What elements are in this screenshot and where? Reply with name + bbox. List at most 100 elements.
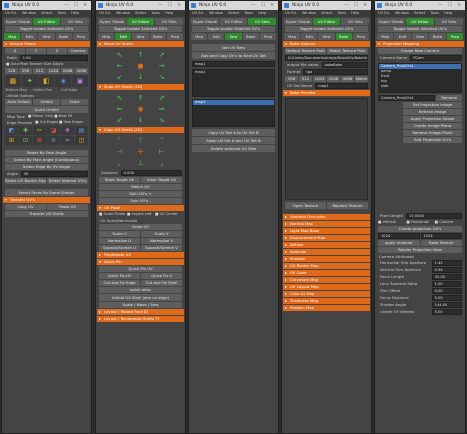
squash-v-button[interactable]: Squash/Stretch V [141, 245, 182, 251]
spin-uvs-minus-button[interactable]: Spin UV's - [99, 198, 182, 204]
section-uv-layout[interactable]: UV Layout Map [283, 284, 370, 290]
menu-tools[interactable]: Tools [337, 11, 346, 15]
bake-size-4096[interactable]: 4096 [341, 76, 354, 82]
menu-window[interactable]: Window [116, 11, 130, 15]
menu-help[interactable]: Help [444, 11, 452, 15]
menu-tools[interactable]: Tools [430, 11, 439, 15]
camera-attr-field[interactable]: 1.00 [431, 281, 462, 287]
camera-attr-field[interactable]: 144.00 [431, 302, 462, 308]
tab-uv-sets[interactable]: UV Sets [248, 18, 277, 25]
tab-bake[interactable]: Bake [335, 33, 352, 40]
camera-attr-field[interactable]: 0.94 [431, 267, 462, 273]
camera-list[interactable]: Camera_ProjeCts1 persp front top side [378, 63, 462, 93]
menu-window[interactable]: Window [395, 11, 409, 15]
automap-tool-icon[interactable]: ❖ [61, 126, 74, 135]
toggle-isolate-button[interactable]: Toggle Isolate Selected UV's [192, 26, 275, 32]
window-controls[interactable]: — ☐ ✕ [64, 1, 89, 10]
tab-sew[interactable]: Sew [225, 33, 242, 40]
match-texture-path-button[interactable]: Match Texture Path [327, 48, 368, 54]
tab-sew[interactable]: Sew [411, 33, 429, 40]
camera-rename-field[interactable]: Camera_ProjeCts1 [378, 95, 436, 101]
select-by-face-angle-button[interactable]: Select By Face Angle [5, 150, 88, 156]
menu-tools[interactable]: Tools [57, 11, 66, 15]
copy-uv-set-button[interactable]: Copy UV Set A to UV Set B [192, 129, 275, 136]
uv-set-name-field[interactable]: map1 [315, 83, 368, 89]
tab-uv-editor[interactable]: UV Editor [406, 18, 434, 25]
store-target-uv-button[interactable]: Store Target UV [99, 177, 140, 183]
bake-size-1024[interactable]: 1024 [313, 76, 326, 82]
resolution-width-field[interactable]: 1024 [378, 233, 420, 239]
align-top-left-icon[interactable]: ⌜ [110, 136, 129, 145]
menu-window[interactable]: Window [302, 11, 316, 15]
tab-uv-sets[interactable]: UV Sets [341, 18, 370, 25]
section-curvature[interactable]: Curvature Map [283, 277, 370, 283]
arrow-up-left-icon[interactable]: ↖ [110, 50, 129, 59]
tab-uv-editor[interactable]: UV Editor [219, 18, 248, 25]
sewing-tool-icon[interactable]: ⊞ [5, 136, 18, 145]
tab-sew[interactable]: Sew [318, 33, 335, 40]
arrow-down-icon[interactable]: ↓ [131, 72, 150, 81]
scale-v-button[interactable]: Scale V [141, 231, 182, 237]
tab-edit[interactable]: Edit [115, 33, 132, 40]
tab-bake[interactable]: Bake [149, 33, 166, 40]
uvmap-tool-icon[interactable]: ◪ [47, 126, 60, 135]
menu-uv-editor[interactable]: UV Ed. [192, 11, 204, 15]
texmap-tool-icon[interactable]: ◩ [5, 126, 18, 135]
uv-map-icon[interactable]: ◈ [55, 75, 72, 87]
texture-path-field[interactable]: D:/Users/Documents/maya/NinjaUVs/BakeIma… [285, 55, 368, 61]
menu-uv-editor[interactable]: UV Ed. [5, 11, 17, 15]
section-bake-options[interactable]: Bake Options [283, 41, 370, 47]
normalize-v-button[interactable]: Normalize V [141, 238, 182, 244]
uv-set-list-a[interactable]: map1 [192, 69, 275, 97]
copy-uv-button[interactable]: Copy UV [5, 204, 46, 210]
section-flip-rotate[interactable]: Flip/Rotate UV [97, 252, 184, 258]
section-quick-pin[interactable]: Quick Pin [97, 259, 184, 265]
tab-prep[interactable]: Prep [352, 33, 370, 40]
scale-pivots-radio[interactable]: Scale Pivots [99, 212, 126, 217]
snap-center-icon[interactable]: ◉ [131, 104, 150, 113]
section-layout-randomize[interactable]: Layout / Randomize Shells ?? [97, 316, 184, 322]
quick-fix-uv-button[interactable]: Quick Fix UV [99, 273, 140, 279]
camera-attr-field[interactable]: 35.00 [431, 274, 462, 280]
delete-uv-sets-button[interactable]: Delete selected UV Sets [192, 145, 275, 152]
tab-bake[interactable]: Bake [242, 33, 259, 40]
create-image-plane-button[interactable]: Create Image Plane [403, 123, 462, 129]
bake-size-256[interactable]: 256 [285, 76, 298, 82]
planar-x-button[interactable]: X [5, 48, 25, 54]
section-color-id[interactable]: Color ID Map [283, 291, 370, 297]
select-by-face-angle-contig-button[interactable]: Select By Face Angle (Contiguous) [5, 157, 88, 163]
tab-edit[interactable]: Edit [208, 33, 225, 40]
spin-uvs-plus-button[interactable]: Spin UV's + [99, 191, 182, 197]
unfold-button[interactable]: Unfold [33, 99, 60, 105]
snap-down-right-icon[interactable]: ⇘ [152, 115, 171, 124]
menu-help[interactable]: Help [71, 11, 79, 15]
vertical-radio[interactable]: Vertical [378, 220, 405, 225]
tab-hyper-shade[interactable]: Hyper Shade [377, 18, 405, 25]
menu-help[interactable]: Help [165, 11, 173, 15]
auto-map-icon[interactable]: ▣ [72, 75, 88, 87]
window-controls[interactable]: — ☐ ✕ [438, 1, 463, 10]
rename-camera-button[interactable]: Rename [436, 95, 462, 101]
quick-fix-ii-button[interactable]: Quick Fix II [141, 273, 182, 279]
toggle-isolate-button[interactable]: Toggle Isolate Selected UV's [285, 26, 368, 32]
section-uv-color[interactable]: UV Color [283, 270, 370, 276]
tab-sew[interactable]: Sew [38, 33, 55, 40]
section-specular[interactable]: Specular [283, 249, 370, 255]
quick-unfold-button[interactable]: Quick Unfold [5, 106, 88, 113]
menu-help[interactable]: Help [351, 11, 359, 15]
tab-edit[interactable]: Edit [394, 33, 411, 40]
unfold-uv-shell-button[interactable]: Unfold UV Shell (one uv edge) [99, 294, 182, 301]
window-controls[interactable]: — ☐ ✕ [158, 1, 183, 10]
align-right-icon[interactable]: ⊢ [152, 147, 171, 156]
bake-size-match[interactable]: Match [355, 76, 368, 82]
size-2048-button[interactable]: 2048 [61, 68, 74, 74]
menu-select[interactable]: Select [135, 11, 146, 15]
texture-map-icon[interactable]: ▦ [5, 75, 21, 87]
render-projection-view-button[interactable]: Render Projection View [378, 247, 462, 253]
section-layout-rotate[interactable]: Layout / Rotate Face ID [97, 309, 184, 315]
layout-left-radio[interactable]: Layout Left [127, 212, 154, 217]
section-uv-border[interactable]: UV Border Map [283, 263, 370, 269]
section-ambient-occlusion[interactable]: Ambient Occlusion [283, 214, 370, 220]
toggle-isolate-button[interactable]: Toggle Isolate Selected UV's [378, 26, 462, 32]
align-bottom-icon[interactable]: ⊥ [131, 158, 150, 167]
